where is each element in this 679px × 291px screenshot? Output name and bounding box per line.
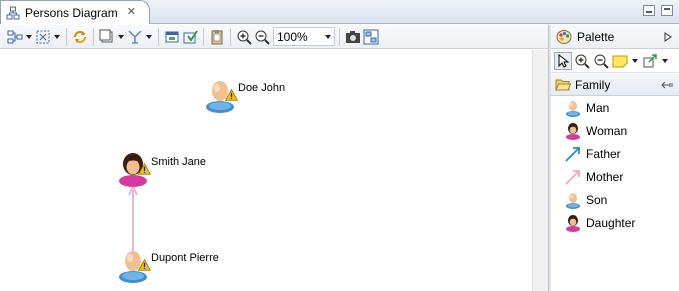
son-icon bbox=[565, 191, 581, 209]
palette-panel: Palette Family Man Woman Father Mother S… bbox=[551, 25, 679, 291]
toolbar-separator bbox=[158, 27, 159, 46]
palette-item-label: Woman bbox=[586, 123, 628, 138]
zoom-value: 100% bbox=[277, 29, 308, 44]
palette-item-father[interactable]: Father bbox=[551, 142, 679, 165]
palette-tools bbox=[551, 49, 679, 73]
camera-icon[interactable] bbox=[344, 28, 362, 46]
palette-icon bbox=[556, 29, 572, 44]
diagram-toolbar: 100% bbox=[0, 25, 550, 49]
close-icon[interactable]: ✕ bbox=[127, 7, 136, 18]
man-icon bbox=[565, 99, 581, 117]
person-node-dupont-pierre[interactable]: Dupont Pierre bbox=[117, 247, 219, 283]
diagram-canvas[interactable]: Doe John Smith Jane Dupont Pierre bbox=[0, 50, 532, 291]
woman-icon bbox=[565, 122, 581, 140]
father-link-icon bbox=[565, 146, 580, 162]
palette-item-label: Man bbox=[586, 100, 610, 115]
man-icon bbox=[204, 77, 236, 113]
palette-item-man[interactable]: Man bbox=[551, 96, 679, 119]
woman-icon bbox=[117, 151, 149, 187]
toolbar-separator bbox=[203, 27, 204, 46]
palette-item-woman[interactable]: Woman bbox=[551, 119, 679, 142]
export-diagram-icon[interactable] bbox=[362, 28, 380, 46]
toolbar-separator bbox=[339, 27, 340, 46]
select-menu-chevron-down-icon[interactable] bbox=[52, 28, 62, 46]
pin-drawer-icon[interactable] bbox=[661, 80, 673, 90]
pin-icon[interactable] bbox=[163, 28, 181, 46]
palette-item-label: Mother bbox=[586, 169, 624, 184]
editor-tab-bar: Persons Diagram ✕ bbox=[0, 0, 679, 24]
palette-header: Palette bbox=[551, 25, 679, 49]
warning-icon bbox=[225, 89, 238, 101]
person-node-doe-john[interactable]: Doe John bbox=[204, 77, 285, 113]
tab-persons-diagram[interactable]: Persons Diagram ✕ bbox=[0, 0, 150, 24]
mother-link-icon bbox=[565, 169, 580, 185]
palette-item-son[interactable]: Son bbox=[551, 188, 679, 211]
attachment-menu-chevron-down-icon[interactable] bbox=[660, 52, 670, 70]
drawer-label: Family bbox=[575, 77, 611, 92]
canvas-vertical-scrollbar[interactable] bbox=[532, 50, 548, 291]
arrange-menu-chevron-down-icon[interactable] bbox=[24, 28, 34, 46]
palette-item-daughter[interactable]: Daughter bbox=[551, 211, 679, 234]
maximize-button[interactable] bbox=[661, 5, 673, 16]
minimize-button[interactable] bbox=[643, 5, 655, 16]
toolbar-separator bbox=[93, 27, 94, 46]
zoom-in-icon[interactable] bbox=[573, 52, 591, 70]
node-label: Smith Jane bbox=[151, 156, 207, 168]
zoom-chevron-down-icon[interactable] bbox=[322, 28, 334, 46]
warning-icon bbox=[138, 259, 151, 271]
daughter-icon bbox=[565, 214, 581, 232]
folder-open-icon bbox=[555, 79, 571, 90]
palette-item-label: Daughter bbox=[586, 215, 636, 230]
validate-icon[interactable] bbox=[181, 28, 199, 46]
arrange-all-icon[interactable] bbox=[6, 28, 24, 46]
toolbar-separator bbox=[230, 27, 231, 46]
note-icon[interactable] bbox=[611, 52, 629, 70]
note-menu-chevron-down-icon[interactable] bbox=[630, 52, 640, 70]
toolbar-separator bbox=[66, 27, 67, 46]
filter-menu-chevron-down-icon[interactable] bbox=[144, 28, 154, 46]
zoom-select[interactable]: 100% bbox=[273, 27, 335, 46]
note-attachment-icon[interactable] bbox=[641, 52, 659, 70]
tab-title: Persons Diagram bbox=[25, 5, 118, 20]
node-label: Doe John bbox=[238, 82, 286, 94]
filter-icon[interactable] bbox=[126, 28, 144, 46]
diagram-icon bbox=[6, 6, 20, 19]
warning-icon bbox=[138, 163, 151, 175]
palette-item-label: Son bbox=[586, 192, 608, 207]
node-label: Dupont Pierre bbox=[151, 252, 219, 264]
zoom-in-icon[interactable] bbox=[235, 28, 253, 46]
clipboard-icon[interactable] bbox=[208, 28, 226, 46]
palette-item-mother[interactable]: Mother bbox=[551, 165, 679, 188]
palette-drawer-family[interactable]: Family bbox=[551, 74, 679, 96]
refresh-icon[interactable] bbox=[71, 28, 89, 46]
layer-icon[interactable] bbox=[98, 28, 116, 46]
person-node-smith-jane[interactable]: Smith Jane bbox=[117, 151, 206, 187]
palette-item-label: Father bbox=[586, 146, 621, 161]
man-icon bbox=[117, 247, 149, 283]
palette-title: Palette bbox=[577, 29, 615, 44]
select-all-icon[interactable] bbox=[34, 28, 52, 46]
select-arrow-icon[interactable] bbox=[554, 51, 572, 70]
zoom-out-icon[interactable] bbox=[592, 52, 610, 70]
zoom-out-icon[interactable] bbox=[253, 28, 271, 46]
layer-menu-chevron-down-icon[interactable] bbox=[116, 28, 126, 46]
collapse-palette-icon[interactable] bbox=[664, 31, 672, 42]
